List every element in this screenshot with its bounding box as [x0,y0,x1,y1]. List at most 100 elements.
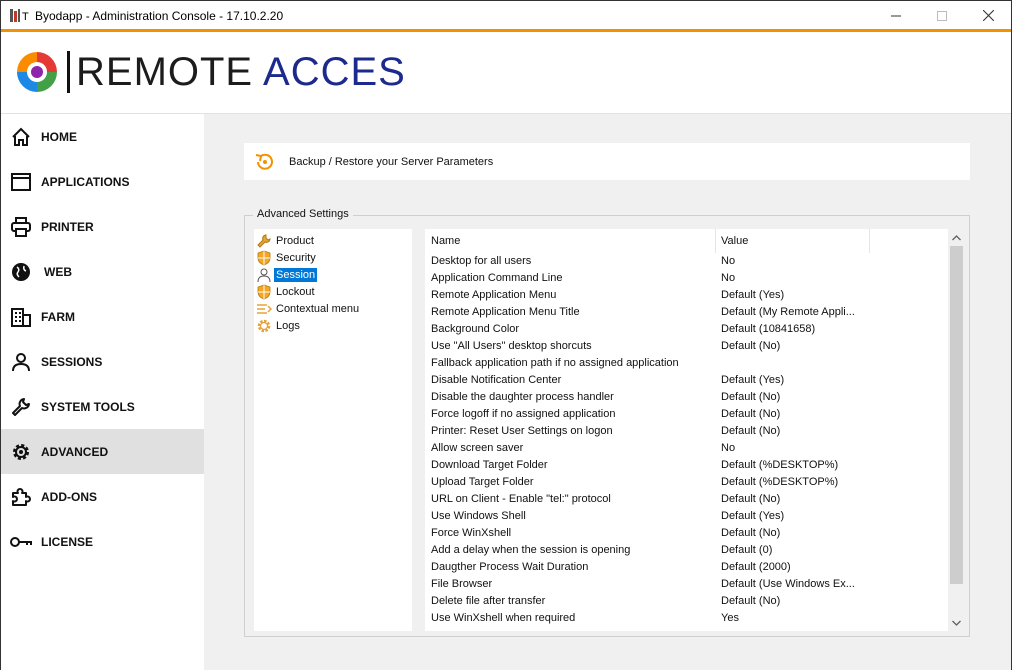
logo-text: REMOTE ACCES [76,50,406,94]
tree-label: Session [274,267,318,282]
nav-sessions[interactable]: SESSIONS [1,339,204,384]
tree-item-contextual-menu[interactable]: Contextual menu [256,300,361,317]
nav-label: HOME [41,129,77,144]
table-row[interactable]: Background Color Default (10841658) [425,321,947,338]
setting-value: Default (10841658) [721,323,816,335]
column-divider[interactable] [869,229,870,253]
settings-list: Name Value Desktop for all users No Applic… [425,229,965,631]
nav-applications[interactable]: APPLICATIONS [1,159,204,204]
tree-label: Contextual menu [276,302,360,315]
setting-value: Default (No) [721,493,781,505]
minimize-button[interactable] [873,1,919,30]
close-button[interactable] [965,1,1011,30]
setting-value: Default (%DESKTOP%) [721,476,839,488]
maximize-button[interactable] [919,1,965,30]
setting-name: Desktop for all users [431,255,532,267]
setting-value: Default (%DESKTOP%) [721,459,839,471]
column-header-name[interactable]: Name [431,229,460,253]
table-row[interactable]: Remote Application Menu Title Default (My… [425,304,947,321]
wrench-icon [256,233,272,249]
nav-advanced[interactable]: ADVANCED [1,429,204,474]
app-icon: T [9,8,29,24]
table-row[interactable]: Use WinXshell when required Yes [425,610,947,627]
table-row[interactable]: Force WinXshell Default (No) [425,525,947,542]
nav-label: SESSIONS [41,354,103,369]
table-row[interactable]: Printer: Reset User Settings on logon Def… [425,423,947,440]
window-title: Byodapp - Administration Console - 17.10… [35,8,284,23]
table-row[interactable]: Fallback application path if no assigned… [425,355,947,372]
table-row[interactable]: Allow screen saver No [425,440,947,457]
table-row[interactable]: Daugther Process Wait Duration Default (2… [425,559,947,576]
tree-item-lockout[interactable]: Lockout [256,283,317,300]
user-icon [9,350,33,374]
tree-label: Lockout [276,285,315,298]
shield-icon [256,250,272,266]
setting-name: Upload Target Folder [431,476,534,488]
table-row[interactable]: Download Target Folder Default (%DESKTOP%… [425,457,947,474]
column-header-value[interactable]: Value [721,229,748,253]
setting-value: Default (No) [721,391,781,403]
setting-name: Remote Application Menu [431,289,557,301]
table-row[interactable]: Desktop for all users No [425,253,947,270]
tree-item-security[interactable]: Security [256,249,318,266]
key-icon [9,530,33,554]
nav-label: LICENSE [41,534,94,549]
nav-label: APPLICATIONS [41,174,130,189]
table-row[interactable]: Upload Target Folder Default (%DESKTOP%) [425,474,947,491]
scroll-thumb[interactable] [950,246,963,584]
column-divider[interactable] [715,229,716,253]
setting-value: No [721,255,736,267]
nav-label: WEB [44,264,72,279]
nav-printer[interactable]: PRINTER [1,204,204,249]
setting-name: URL on Client - Enable "tel:" protocol [431,493,611,505]
table-row[interactable]: Use Windows Shell Default (Yes) [425,508,947,525]
backup-restore-button[interactable]: Backup / Restore your Server Parameters [244,143,970,180]
tree-label: Logs [276,319,300,332]
tree-item-logs[interactable]: Logs [256,317,302,334]
settings-tree: Product Security Session Lockout Context… [254,229,412,631]
setting-name: Use Windows Shell [431,510,526,522]
nav-label: SYSTEM TOOLS [41,399,135,414]
nav-web[interactable]: WEB [1,249,204,294]
table-row[interactable]: URL on Client - Enable "tel:" protocol De… [425,491,947,508]
logo-divider [67,51,70,93]
setting-name: Printer: Reset User Settings on logon [431,425,613,437]
nav-home[interactable]: HOME [1,114,204,159]
table-row[interactable]: Application Command Line No [425,270,947,287]
setting-value: Default (No) [721,425,781,437]
tree-item-session[interactable]: Session [256,266,318,283]
table-row[interactable]: Force logoff if no assigned application D… [425,406,947,423]
setting-value: Default (No) [721,595,781,607]
setting-value: Default (No) [721,527,781,539]
table-row[interactable]: Disable the daughter process handler Defa… [425,389,947,406]
home-icon [9,125,33,149]
scroll-up-icon[interactable] [948,229,965,246]
nav-add-ons[interactable]: ADD-ONS [1,474,204,519]
setting-value: Yes [721,612,739,624]
nav-label: FARM [41,309,75,324]
nav-license[interactable]: LICENSE [1,519,204,564]
table-row[interactable]: Remote Application Menu Default (Yes) [425,287,947,304]
setting-name: Background Color [431,323,520,335]
app-window: T Byodapp - Administration Console - 17.… [0,0,1012,670]
setting-name: Delete file after transfer [431,595,546,607]
setting-value: Default (No) [721,408,781,420]
table-row[interactable]: Disable Notification Center Default (Yes) [425,372,947,389]
nav-system-tools[interactable]: SYSTEM TOOLS [1,384,204,429]
setting-value: Default (0) [721,544,773,556]
printer-icon [9,215,33,239]
table-row[interactable]: File Browser Default (Use Windows Ex... [425,576,947,593]
table-row[interactable]: Use "All Users" desktop shorcuts Default … [425,338,947,355]
table-row[interactable]: Add a delay when the session is opening D… [425,542,947,559]
window-controls [873,1,1011,30]
nav-farm[interactable]: FARM [1,294,204,339]
tree-item-product[interactable]: Product [256,232,316,249]
setting-value: Default (Yes) [721,289,785,301]
setting-name: Fallback application path if no assigned… [431,357,679,369]
scroll-down-icon[interactable] [948,614,965,631]
setting-value: No [721,442,736,454]
setting-value: Default (My Remote Appli... [721,306,855,318]
setting-value: Default (No) [721,340,781,352]
vertical-scrollbar[interactable] [948,229,965,631]
table-row[interactable]: Delete file after transfer Default (No) [425,593,947,610]
